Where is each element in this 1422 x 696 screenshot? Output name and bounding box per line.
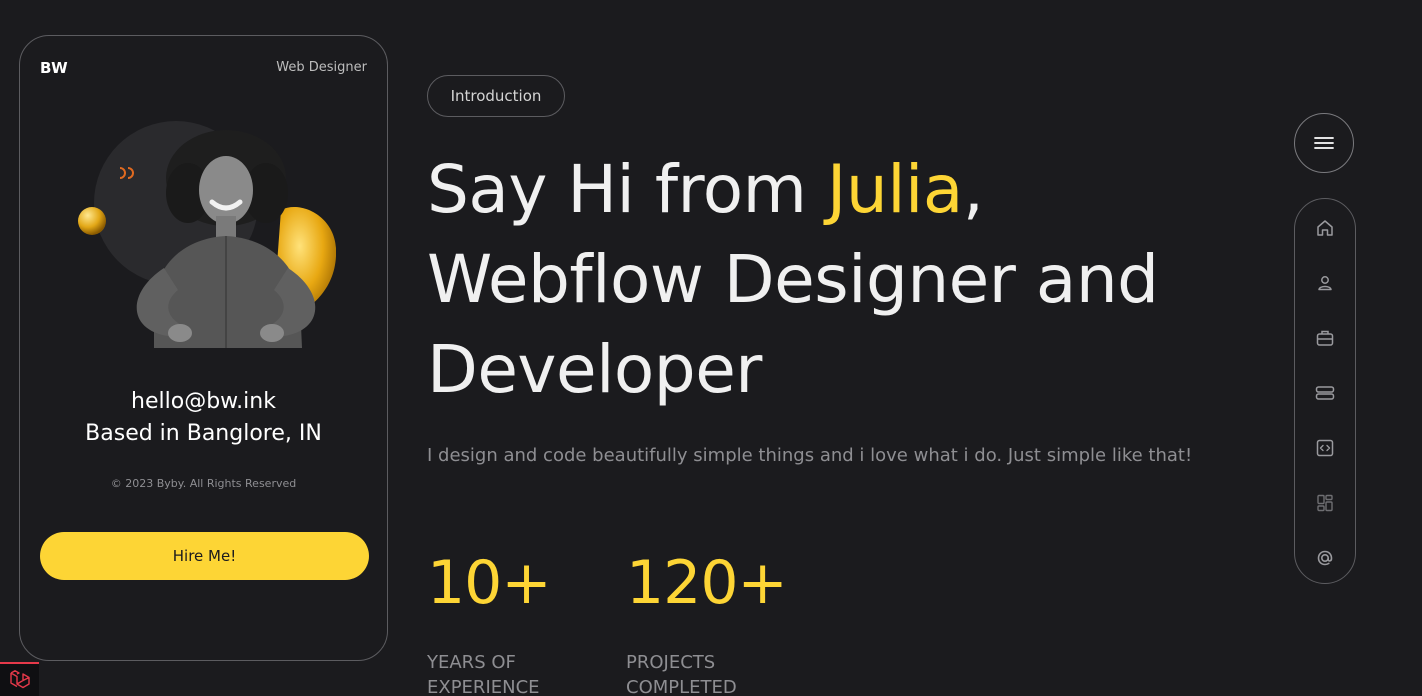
nav-item-portfolio[interactable]: [1295, 485, 1355, 521]
profile-card: BW Web Designer hello@bw.ink Based in Ba…: [19, 35, 388, 661]
nav-item-contact[interactable]: [1295, 540, 1355, 576]
introduction-badge: Introduction: [427, 75, 565, 117]
page: BW Web Designer hello@bw.ink Based in Ba…: [0, 0, 1422, 696]
headline-name: Julia: [826, 151, 963, 228]
email-link[interactable]: hello@bw.ink: [20, 389, 387, 414]
nav-item-about[interactable]: [1295, 265, 1355, 301]
copyright-text: © 2023 Byby. All Rights Reserved: [110, 477, 297, 490]
laravel-icon: [9, 670, 30, 689]
stat-label: Years of Experience: [427, 652, 540, 696]
logo[interactable]: BW: [40, 59, 68, 77]
location-text: Based in Banglore, IN: [85, 421, 322, 446]
framework-badge[interactable]: [0, 662, 39, 696]
stat-label: Projects Completed: [626, 652, 737, 696]
headline-prefix: Say Hi from: [427, 151, 827, 228]
home-icon: [1317, 220, 1333, 236]
user-icon: [1318, 276, 1332, 291]
page-title: Say Hi from Julia, Webflow Designer and De…: [427, 145, 1227, 415]
hamburger-icon: [1314, 137, 1334, 149]
stat-experience: 10+ Years of Experience: [427, 548, 567, 696]
headline-line-2: Webflow Designer and: [427, 241, 1159, 318]
nav-item-resume[interactable]: [1295, 320, 1355, 356]
hire-me-button[interactable]: Hire Me!: [40, 532, 369, 580]
stat-value: 120+: [626, 548, 788, 618]
grid-icon: [1317, 494, 1333, 512]
code-icon: [1316, 439, 1334, 457]
headline-line-3: Developer: [427, 331, 762, 408]
menu-button[interactable]: [1294, 113, 1354, 173]
tagline: I design and code beautifully simple thi…: [427, 445, 1193, 466]
profile-photo: [78, 121, 336, 348]
stat-projects: 120+ Projects Completed: [626, 548, 788, 696]
role-label: Web Designer: [276, 60, 367, 75]
nav-item-home[interactable]: [1295, 210, 1355, 246]
briefcase-icon: [1316, 330, 1334, 346]
stat-value: 10+: [427, 548, 552, 618]
headline-comma: ,: [962, 151, 984, 228]
at-icon: [1317, 550, 1333, 566]
nav-item-skills[interactable]: [1295, 430, 1355, 466]
nav-item-services[interactable]: [1295, 375, 1355, 411]
server-icon: [1315, 386, 1335, 400]
side-nav: [1294, 198, 1356, 584]
